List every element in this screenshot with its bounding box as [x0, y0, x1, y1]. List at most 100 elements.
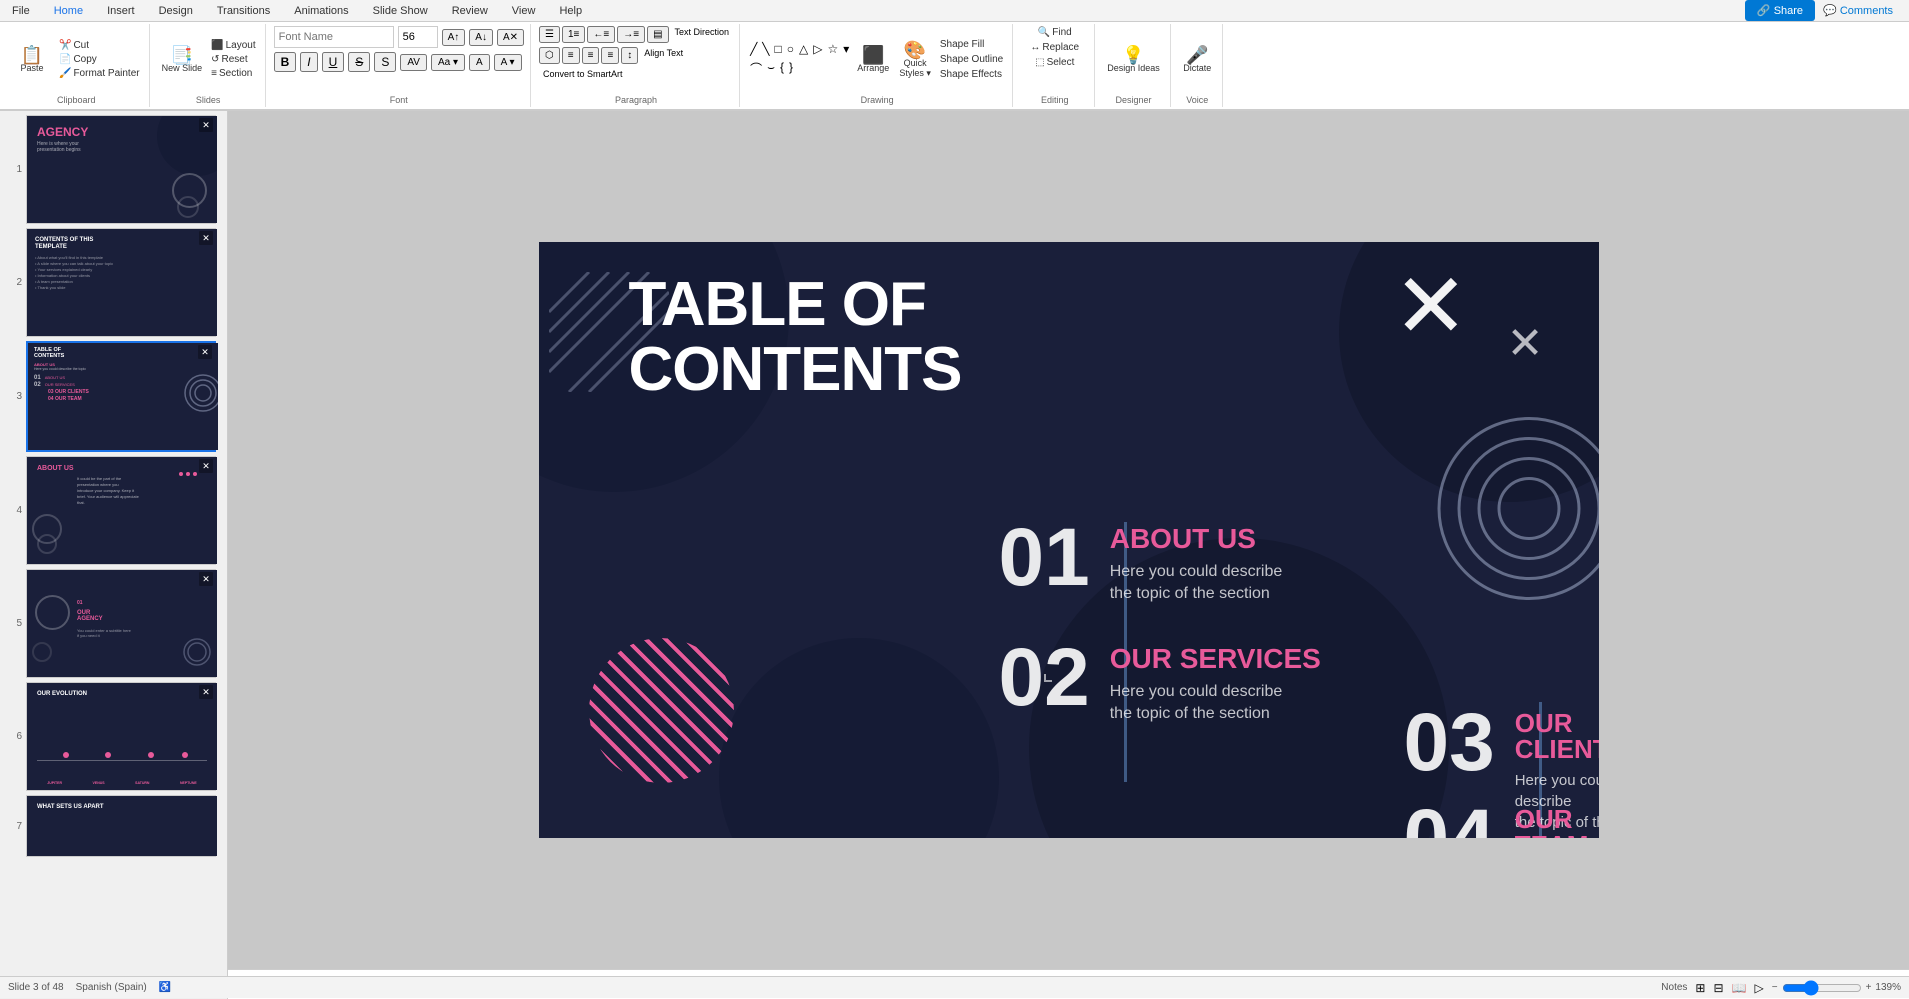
accessibility-check[interactable]: ♿	[159, 982, 171, 993]
delete-slide-5[interactable]: ✕	[199, 572, 213, 586]
cut-button[interactable]: ✂️ Cut	[56, 39, 143, 52]
line-spacing[interactable]: ↕	[621, 47, 638, 64]
arrange-button[interactable]: ⬛ Arrange	[853, 44, 893, 76]
menu-file[interactable]: File	[8, 3, 34, 19]
delete-slide-4[interactable]: ✕	[199, 459, 213, 473]
shape-1[interactable]: ╱	[748, 41, 759, 57]
slide-thumb-7[interactable]: WHAT SETS US APART	[26, 795, 216, 857]
font-name-input[interactable]	[274, 26, 394, 48]
replace-button[interactable]: ↔ Replace	[1027, 41, 1082, 54]
shape-5[interactable]: △	[797, 41, 810, 57]
menu-home[interactable]: Home	[50, 3, 87, 19]
align-left[interactable]: ⬡	[539, 47, 560, 64]
font-size-increase[interactable]: A↑	[442, 29, 466, 46]
reset-button[interactable]: ↺ Reset	[208, 53, 258, 66]
bold-button[interactable]: B	[274, 52, 297, 72]
shape-more[interactable]: ▾	[841, 41, 851, 57]
menu-view[interactable]: View	[508, 3, 540, 19]
text-shadow-button[interactable]: S	[374, 52, 396, 72]
char-spacing-button[interactable]: AV	[400, 54, 427, 71]
menu-review[interactable]: Review	[448, 3, 492, 19]
new-slide-button[interactable]: 📑 New Slide	[158, 44, 207, 76]
reading-view[interactable]: 📖	[1732, 981, 1747, 995]
change-case-button[interactable]: Aa ▾	[431, 54, 465, 71]
slides-panel[interactable]: 1 AGENCY Here is where yourpresentation …	[0, 111, 228, 999]
slide-thumb-1[interactable]: AGENCY Here is where yourpresentation be…	[26, 115, 216, 224]
shape-3[interactable]: □	[773, 41, 784, 57]
slide-sorter-view[interactable]: ⊟	[1713, 981, 1723, 995]
slide-title-block[interactable]: TABLE OF CONTENTS	[629, 272, 962, 402]
menu-animations[interactable]: Animations	[290, 3, 352, 19]
indent-dec-button[interactable]: ←≡	[587, 26, 615, 43]
menu-transitions[interactable]: Transitions	[213, 3, 274, 19]
dictate-button[interactable]: 🎤 Dictate	[1179, 44, 1215, 76]
find-button[interactable]: 🔍 Find	[1035, 26, 1075, 39]
section-button[interactable]: ≡ Section	[208, 67, 258, 80]
shape-7[interactable]: ☆	[826, 41, 841, 57]
toc-item-04[interactable]: 04 OUR TEAM Here you could describe the …	[1404, 798, 1599, 838]
slide-thumb-2[interactable]: CONTENTS OF THISTEMPLATE • About what yo…	[26, 228, 216, 337]
menu-design[interactable]: Design	[155, 3, 197, 19]
text-highlight-button[interactable]: A ▾	[494, 54, 522, 71]
clear-formatting[interactable]: A✕	[497, 29, 524, 46]
italic-button[interactable]: I	[300, 52, 317, 72]
zoom-out-button[interactable]: −	[1772, 982, 1778, 993]
paste-button[interactable]: 📋 Paste	[10, 44, 54, 76]
slide-thumb-5[interactable]: 01 OURAGENCY You could enter a subtitle …	[26, 569, 216, 678]
layout-button[interactable]: ⬛ Layout	[208, 39, 258, 52]
col-button[interactable]: ▤	[647, 26, 668, 43]
menu-help[interactable]: Help	[555, 3, 586, 19]
slideshow-view[interactable]: ▷	[1755, 981, 1764, 995]
convert-smartart-btn[interactable]: Convert to SmartArt	[539, 68, 627, 80]
zoom-in-button[interactable]: +	[1866, 982, 1872, 993]
underline-button[interactable]: U	[322, 52, 345, 72]
quick-styles-button[interactable]: 🎨 QuickStyles ▾	[895, 39, 935, 81]
shape-4[interactable]: ○	[785, 41, 796, 57]
toc-heading-01: ABOUT US	[1110, 525, 1283, 553]
text-direction-btn[interactable]: Text Direction	[671, 26, 734, 43]
shape-8[interactable]: ⌒	[748, 59, 764, 78]
notes-button[interactable]: Notes	[1661, 982, 1687, 993]
format-painter-button[interactable]: 🖌️ Format Painter	[56, 67, 143, 80]
slide-thumb-3[interactable]: TABLE OFCONTENTS ABOUT US Here you could…	[26, 341, 216, 452]
align-justify[interactable]: ≡	[601, 47, 619, 64]
font-size-input[interactable]	[398, 26, 438, 48]
shape-11[interactable]: }	[787, 59, 795, 78]
delete-slide-3[interactable]: ✕	[198, 345, 212, 359]
share-button[interactable]: 🔗 Share	[1745, 0, 1815, 21]
shape-2[interactable]: ╲	[760, 41, 771, 57]
normal-view[interactable]: ⊞	[1695, 981, 1705, 995]
indent-inc-button[interactable]: →≡	[617, 26, 645, 43]
toc-item-01[interactable]: 01 ABOUT US Here you could describe the …	[999, 517, 1283, 606]
shape-10[interactable]: {	[778, 59, 786, 78]
shape-effects-button[interactable]: Shape Effects	[937, 68, 1006, 81]
shape-outline-button[interactable]: Shape Outline	[937, 53, 1006, 66]
align-text-btn[interactable]: Align Text	[640, 47, 687, 64]
designer-controls: 💡 Design Ideas	[1103, 26, 1164, 105]
slide-info: Slide 3 of 48	[8, 982, 64, 993]
delete-slide-2[interactable]: ✕	[199, 231, 213, 245]
shape-6[interactable]: ▷	[811, 41, 824, 57]
slide-thumb-4[interactable]: ABOUT US It could be the part of thepres…	[26, 456, 216, 565]
main-slide[interactable]: ✕ ✕ TABLE OF	[539, 242, 1599, 838]
menu-slideshow[interactable]: Slide Show	[369, 3, 432, 19]
align-right[interactable]: ≡	[582, 47, 600, 64]
design-ideas-button[interactable]: 💡 Design Ideas	[1103, 44, 1164, 76]
slide-thumb-6[interactable]: OUR EVOLUTION JUPITERVENUSSATURNNEPTUNE …	[26, 682, 216, 791]
shape-9[interactable]: ⌣	[765, 59, 777, 78]
shape-fill-button[interactable]: Shape Fill	[937, 38, 1006, 51]
bullets-button[interactable]: ☰	[539, 26, 560, 43]
zoom-slider[interactable]	[1782, 980, 1862, 996]
comments-button[interactable]: 💬 Comments	[1823, 4, 1893, 17]
align-center[interactable]: ≡	[562, 47, 580, 64]
font-color-button[interactable]: A	[469, 54, 490, 71]
select-button[interactable]: ⬚ Select	[1032, 56, 1077, 69]
canvas-area[interactable]: ✕ ✕ TABLE OF	[228, 111, 1909, 999]
copy-button[interactable]: 📄 Copy	[56, 53, 143, 66]
delete-slide-1[interactable]: ✕	[199, 118, 213, 132]
strikethrough-button[interactable]: S	[348, 52, 370, 72]
numbering-button[interactable]: 1≡	[562, 26, 585, 43]
menu-insert[interactable]: Insert	[103, 3, 139, 19]
font-size-decrease[interactable]: A↓	[469, 29, 493, 46]
delete-slide-6[interactable]: ✕	[199, 685, 213, 699]
